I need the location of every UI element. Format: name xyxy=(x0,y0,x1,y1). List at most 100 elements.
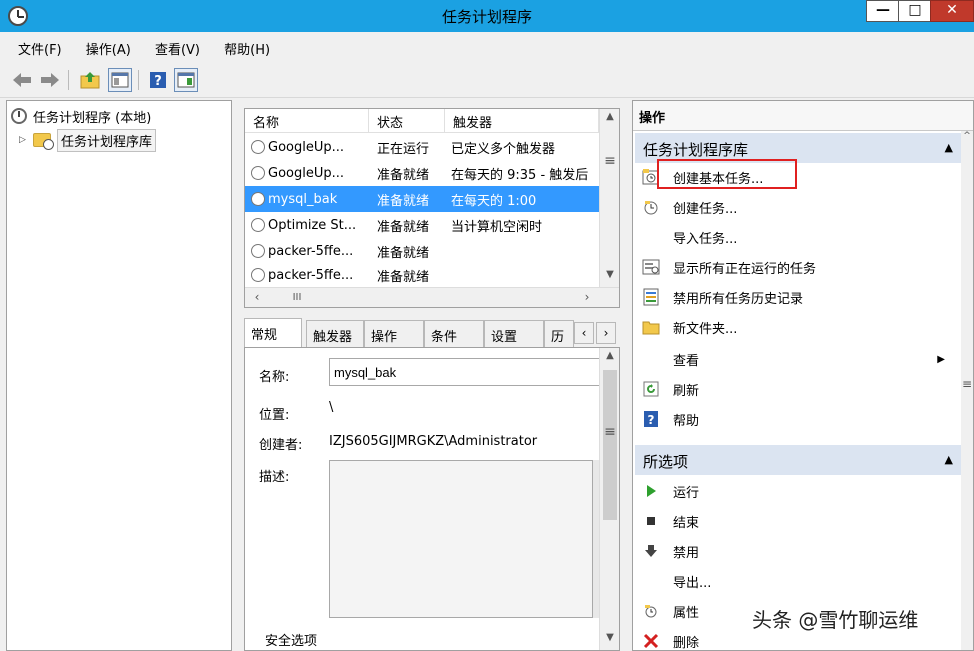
task-icon xyxy=(251,244,265,258)
location-label: 位置: xyxy=(259,408,290,423)
tab-actions[interactable]: 操作 xyxy=(364,320,424,348)
refresh-icon xyxy=(641,379,661,399)
action-refresh[interactable]: 刷新 xyxy=(635,375,961,403)
console-tree: 任务计划程序 (本地) ▷ 任务计划程序库 xyxy=(6,100,232,651)
actions-pane-scrollbar[interactable]: ^ ≡ xyxy=(961,131,973,650)
table-row[interactable]: packer-5ffe... 准备就绪 xyxy=(245,264,599,286)
actions-pane: 操作 任务计划程序库 ▲ 创建基本任务... 创建任务... 导入任务... 显… xyxy=(632,100,974,651)
scroll-up-icon[interactable]: ▲ xyxy=(602,350,618,361)
task-name: packer-5ffe... xyxy=(268,267,354,283)
action-disable-history[interactable]: 禁用所有任务历史记录 xyxy=(635,283,961,311)
scroll-thumb[interactable] xyxy=(603,370,617,520)
close-button[interactable]: ✕ xyxy=(930,0,974,22)
section-library-label: 任务计划程序库 xyxy=(643,141,749,159)
task-icon xyxy=(251,218,265,232)
action-export[interactable]: 导出... xyxy=(635,567,961,595)
task-list-header: 名称 状态 触发器 xyxy=(245,109,599,133)
task-name: Optimize St... xyxy=(268,217,357,233)
location-value: \ xyxy=(329,400,334,415)
scroll-grip-icon[interactable]: ≡ xyxy=(602,153,618,169)
table-row[interactable]: GoogleUp... 准备就绪 在每天的 9:35 - 触发后 xyxy=(245,160,599,186)
forward-arrow-icon[interactable] xyxy=(38,68,62,92)
section-selected-item[interactable]: 所选项 ▲ xyxy=(635,445,961,475)
help-icon: ? xyxy=(641,409,661,429)
task-list-vertical-scrollbar[interactable]: ▲ ≡ ▼ xyxy=(599,109,619,289)
action-show-running-tasks[interactable]: 显示所有正在运行的任务 xyxy=(635,253,961,281)
scroll-down-icon[interactable]: ▼ xyxy=(602,632,618,643)
description-field[interactable] xyxy=(329,460,593,618)
collapse-arrow-icon[interactable]: ▲ xyxy=(945,453,953,466)
menu-help[interactable]: 帮助(H) xyxy=(214,32,280,62)
history-icon xyxy=(641,287,661,307)
tab-triggers[interactable]: 触发器 xyxy=(306,320,364,348)
tree-item-root[interactable]: 任务计划程序 (本地) xyxy=(11,105,151,127)
new-folder-icon xyxy=(641,317,661,337)
scroll-left-icon[interactable]: ‹ xyxy=(249,290,265,306)
action-view[interactable]: 查看 ▶ xyxy=(635,345,961,373)
tree-item-library[interactable]: ▷ 任务计划程序库 xyxy=(19,128,157,152)
scroll-grip-icon: ≡ xyxy=(961,377,973,391)
author-value: IZJS605GIJMRGKZ\Administrator xyxy=(329,434,538,449)
collapse-arrow-icon[interactable]: ▲ xyxy=(945,141,953,154)
action-help[interactable]: ? 帮助 xyxy=(635,405,961,433)
tab-settings[interactable]: 设置 xyxy=(484,320,544,348)
task-trigger: 在每天的 9:35 - 触发后 xyxy=(451,167,589,183)
minimize-button[interactable]: — xyxy=(866,0,900,22)
tab-scroll-left-icon[interactable]: ‹ xyxy=(574,322,594,344)
show-hide-console-tree-icon[interactable] xyxy=(108,68,132,92)
section-selected-label: 所选项 xyxy=(643,453,689,471)
action-end[interactable]: 结束 xyxy=(635,507,961,535)
title-bar: 任务计划程序 — □ ✕ xyxy=(0,0,974,32)
scroll-thumb[interactable]: III xyxy=(285,292,309,307)
menu-file[interactable]: 文件(F) xyxy=(8,32,72,62)
table-row-selected[interactable]: mysql_bak 准备就绪 在每天的 1:00 xyxy=(245,186,599,212)
scroll-right-icon[interactable]: › xyxy=(579,290,595,306)
help-icon[interactable]: ? xyxy=(146,68,170,92)
action-label: 禁用所有任务历史记录 xyxy=(673,291,804,307)
back-arrow-icon[interactable] xyxy=(10,68,34,92)
scroll-up-icon[interactable]: ▲ xyxy=(602,111,618,127)
show-action-pane-icon[interactable] xyxy=(174,68,198,92)
menu-bar: 文件(F) 操作(A) 查看(V) 帮助(H) xyxy=(0,32,974,62)
action-label: 结束 xyxy=(673,515,700,531)
action-label: 刷新 xyxy=(673,383,700,399)
action-label: 查看 xyxy=(673,353,700,369)
svg-text:?: ? xyxy=(154,74,162,89)
tab-general[interactable]: 常规 xyxy=(244,318,302,348)
action-create-task[interactable]: 创建任务... xyxy=(635,193,961,221)
toolbar: ? xyxy=(0,62,974,98)
table-row[interactable]: GoogleUp... 正在运行 已定义多个触发器 xyxy=(245,134,599,160)
action-import-task[interactable]: 导入任务... xyxy=(635,223,961,251)
up-folder-icon[interactable] xyxy=(78,68,102,92)
expand-arrow-icon[interactable]: ▷ xyxy=(19,135,31,145)
scroll-up-icon[interactable]: ^ xyxy=(961,131,973,141)
maximize-button[interactable]: □ xyxy=(898,0,932,22)
tab-history[interactable]: 历 xyxy=(544,320,574,348)
column-header-status[interactable]: 状态 xyxy=(369,109,445,132)
table-row[interactable]: Optimize St... 准备就绪 当计算机空闲时 xyxy=(245,212,599,238)
column-header-name[interactable]: 名称 xyxy=(245,109,369,132)
task-list-horizontal-scrollbar[interactable]: ‹ III › xyxy=(245,287,619,307)
menu-view[interactable]: 查看(V) xyxy=(145,32,210,62)
scroll-down-icon[interactable]: ▼ xyxy=(602,269,618,285)
tab-conditions[interactable]: 条件 xyxy=(424,320,484,348)
column-header-trigger[interactable]: 触发器 xyxy=(445,109,599,132)
menu-action[interactable]: 操作(A) xyxy=(76,32,141,62)
task-list: 名称 状态 触发器 GoogleUp... 正在运行 已定义多个触发器 Goog… xyxy=(244,108,620,308)
clock-icon xyxy=(11,108,27,124)
table-row[interactable]: packer-5ffe... 准备就绪 xyxy=(245,238,599,264)
tab-scroll-right-icon[interactable]: › xyxy=(596,322,616,344)
action-new-folder[interactable]: 新文件夹... xyxy=(635,313,961,341)
action-disable[interactable]: 禁用 xyxy=(635,537,961,565)
tree-library-label: 任务计划程序库 xyxy=(57,128,157,152)
task-name: GoogleUp... xyxy=(268,165,345,181)
end-icon xyxy=(641,511,661,531)
security-options-label: 安全选项 xyxy=(265,634,318,649)
action-run[interactable]: 运行 xyxy=(635,477,961,505)
action-label: 删除 xyxy=(673,635,700,651)
task-name-field[interactable] xyxy=(329,358,609,386)
highlight-annotation-box xyxy=(657,159,797,189)
description-label: 描述: xyxy=(259,470,290,485)
detail-vertical-scrollbar[interactable]: ▲ ≡ ▼ xyxy=(599,348,619,650)
scroll-grip-icon: ≡ xyxy=(604,424,616,440)
